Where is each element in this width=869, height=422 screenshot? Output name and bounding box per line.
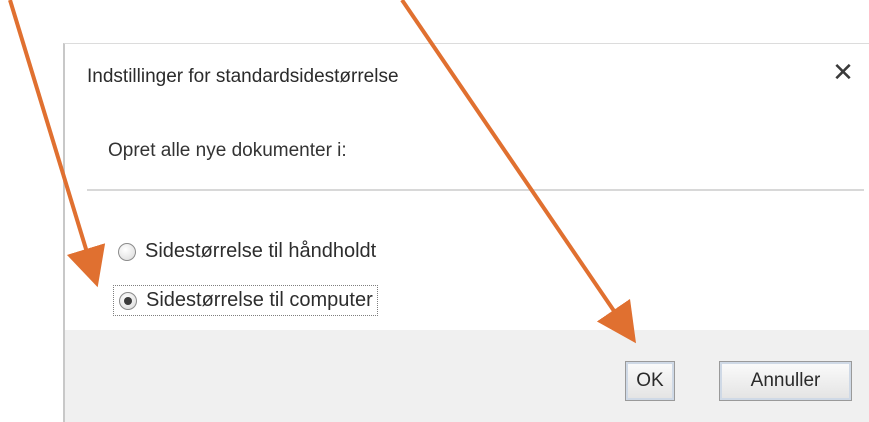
radio-option-computer[interactable]: Sidestørrelse til computer (113, 285, 378, 316)
prompt-label: Opret alle nye dokumenter i: (108, 140, 347, 161)
page-size-settings-dialog: Indstillinger for standardsidestørrelse … (63, 43, 869, 422)
screenshot-stage: Indstillinger for standardsidestørrelse … (0, 0, 869, 422)
dialog-footer: OK Annuller (65, 330, 869, 422)
radio-label-handheld: Sidestørrelse til håndholdt (145, 240, 377, 262)
radio-selected-dot (124, 296, 132, 305)
radio-option-handheld[interactable]: Sidestørrelse til håndholdt (118, 240, 376, 263)
close-icon[interactable]: ✕ (831, 59, 855, 85)
divider (87, 189, 864, 191)
ok-button[interactable]: OK (625, 361, 675, 401)
dialog-title: Indstillinger for standardsidestørrelse (87, 66, 399, 87)
cancel-button[interactable]: Annuller (719, 361, 852, 401)
radio-button-selected[interactable] (119, 291, 137, 310)
radio-label-computer: Sidestørrelse til computer (146, 289, 373, 311)
radio-button-unselected[interactable] (118, 242, 136, 261)
